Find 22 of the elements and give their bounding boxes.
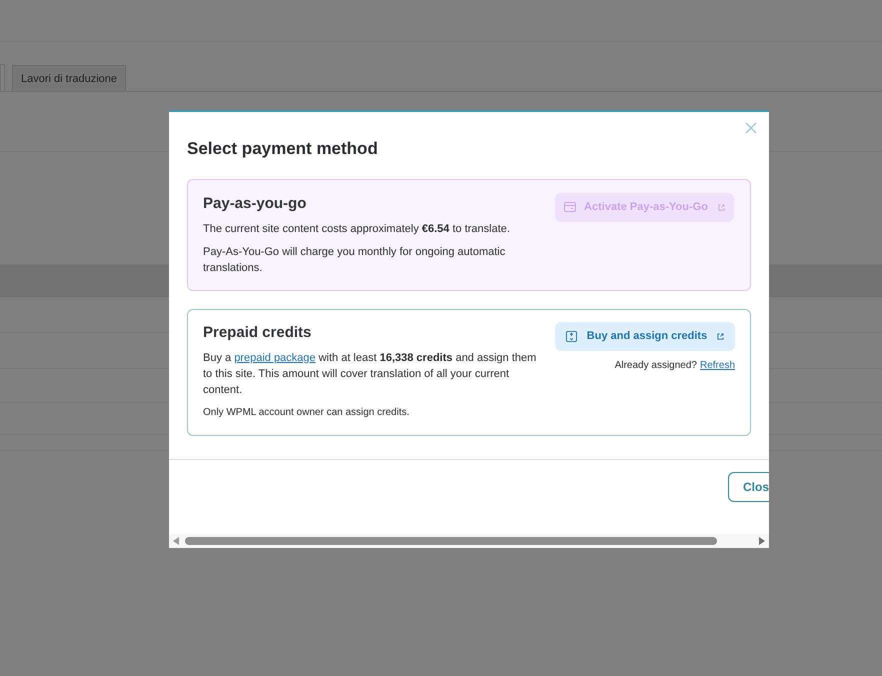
external-link-icon xyxy=(717,333,724,340)
external-link-icon xyxy=(718,204,725,210)
card-icon xyxy=(564,202,576,212)
close-button[interactable]: Clos xyxy=(728,472,769,502)
credits-icon xyxy=(566,331,577,342)
assigned-question: Already assigned? xyxy=(614,359,697,373)
refresh-link[interactable]: Refresh xyxy=(700,358,735,373)
note-text: Only WPML account owner can assign credits. xyxy=(203,406,410,420)
buy-credits-button[interactable]: Buy and assign credits xyxy=(555,322,735,351)
prepaid-package-link[interactable]: prepaid package xyxy=(234,352,316,364)
dialog-title: Select payment method xyxy=(187,138,379,160)
scroll-left-icon[interactable] xyxy=(173,537,179,545)
option-description: The current site content costs approximately €6.54 to translate. xyxy=(203,222,511,237)
close-icon[interactable] xyxy=(745,122,757,134)
scrollbar-thumb[interactable] xyxy=(185,537,717,545)
scroll-right-icon[interactable] xyxy=(759,537,765,545)
tab[interactable]: Lavori di traduzione xyxy=(12,65,126,91)
option-title: Prepaid credits xyxy=(203,323,312,343)
horizontal-scrollbar[interactable] xyxy=(169,534,769,548)
option-description: Buy a prepaid package with at least 16,338 credits and assign them to this site. This amount will cover translation of all your current content. xyxy=(203,350,538,398)
option-description: Pay-As-You-Go will charge you monthly for ongoing automatic translations. xyxy=(203,245,506,276)
option-title: Pay-as-you-go xyxy=(203,194,308,214)
